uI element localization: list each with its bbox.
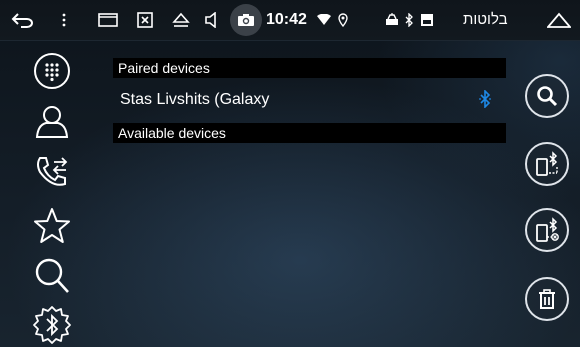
bluetooth-icon <box>479 89 491 113</box>
bluetooth-icon <box>402 0 416 40</box>
connect-device-button[interactable] <box>525 142 569 186</box>
phone-bluetooth-disconnect-icon <box>536 217 559 242</box>
dialpad-icon <box>34 53 70 89</box>
location-icon <box>336 0 350 40</box>
clock: 10:42 <box>266 11 307 28</box>
star-icon <box>34 208 70 243</box>
paired-devices-header: Paired devices <box>113 58 506 78</box>
more-vert-icon[interactable] <box>57 0 71 40</box>
back-icon[interactable] <box>6 0 40 40</box>
device-row-stas-livshits[interactable]: Stas Livshits (Galaxy <box>113 82 506 122</box>
sidebar <box>0 41 108 347</box>
search-icon <box>35 258 69 293</box>
wifi-icon <box>316 0 332 40</box>
bluetooth-gear-icon <box>33 306 71 344</box>
sidebar-item-search[interactable] <box>30 254 74 298</box>
device-name: Stas Livshits (Galaxy <box>120 91 270 108</box>
recent-apps-icon[interactable] <box>96 0 120 40</box>
sidebar-item-dialpad[interactable] <box>30 49 74 93</box>
eject-icon[interactable] <box>170 0 192 40</box>
available-devices-header: Available devices <box>113 123 506 143</box>
person-icon <box>35 106 69 138</box>
call-transfer-icon <box>37 157 68 186</box>
home-icon[interactable] <box>544 0 574 40</box>
status-bar: 10:42 בלוטות <box>0 0 580 41</box>
trash-icon <box>539 289 555 309</box>
volume-icon[interactable] <box>200 0 222 40</box>
disconnect-device-button[interactable] <box>525 208 569 252</box>
delete-device-button[interactable] <box>525 277 569 321</box>
camera-icon[interactable] <box>230 4 262 36</box>
sd-card-icon <box>420 0 434 40</box>
sidebar-item-favorites[interactable] <box>30 204 74 248</box>
sidebar-item-bluetooth-settings[interactable] <box>30 303 74 347</box>
car-icon <box>384 0 400 40</box>
sidebar-item-contacts[interactable] <box>30 99 74 143</box>
screenshot-box-icon[interactable] <box>135 0 155 40</box>
page-title: בלוטות <box>463 11 508 28</box>
phone-bluetooth-connect-icon <box>536 151 558 176</box>
search-icon <box>537 86 558 107</box>
search-devices-button[interactable] <box>525 74 569 118</box>
sidebar-item-call-log[interactable] <box>30 150 74 194</box>
